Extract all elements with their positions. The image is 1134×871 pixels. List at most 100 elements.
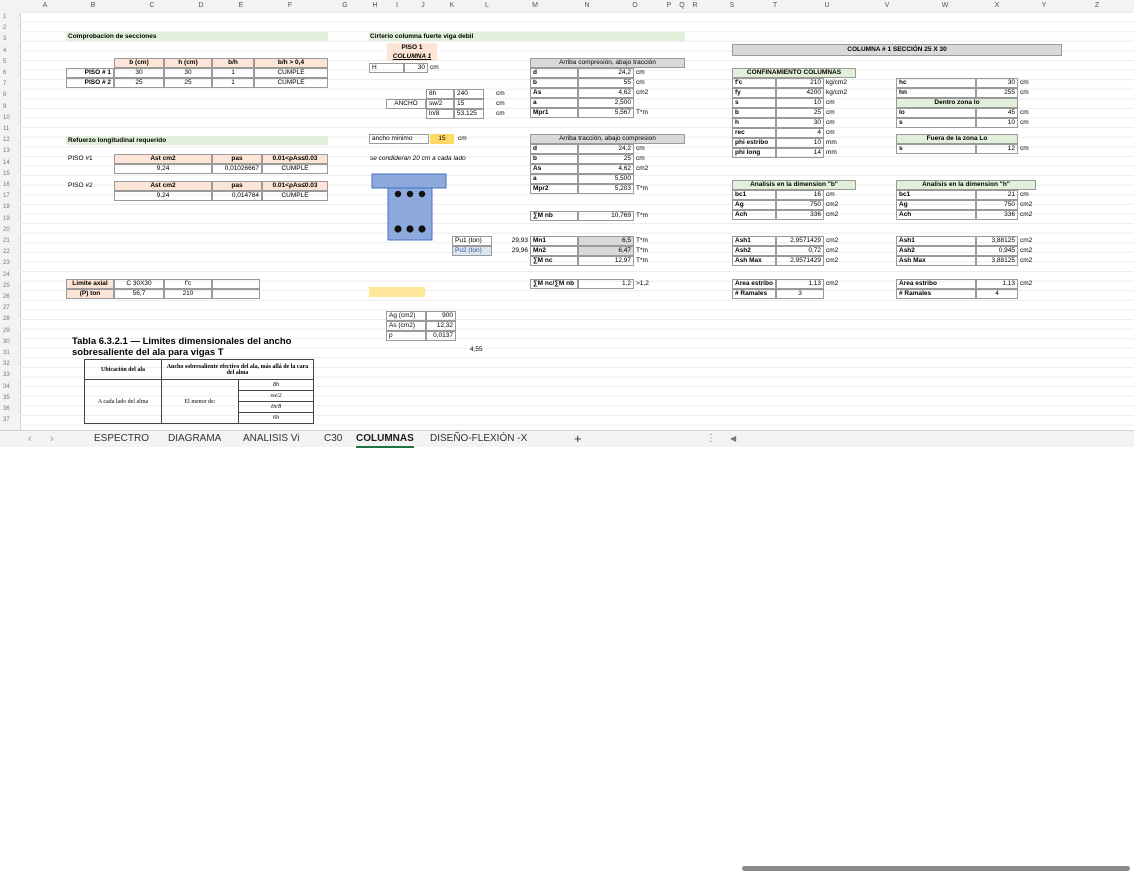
row-value[interactable]: 4	[776, 128, 824, 138]
col-header[interactable]: J	[418, 0, 428, 12]
ln-label[interactable]: ln/8	[426, 109, 454, 119]
row-value[interactable]: 3,88125	[976, 236, 1018, 246]
ratio-value[interactable]: 1,2	[578, 279, 634, 289]
hn-label[interactable]: hn	[896, 88, 976, 98]
s-label[interactable]: s	[896, 118, 976, 128]
row-value[interactable]: 4,62	[578, 88, 634, 98]
row-label[interactable]: Ach	[732, 210, 776, 220]
table-cell[interactable]	[212, 279, 260, 289]
outside-zone-header[interactable]: Fuera de la zona Lo	[896, 134, 1018, 144]
col-header[interactable]: C	[147, 0, 157, 12]
min-width-label[interactable]: ancho minimo	[369, 134, 429, 144]
row-label[interactable]: Ash1	[732, 236, 776, 246]
row-value[interactable]: 3,88125	[976, 256, 1018, 266]
table-cell[interactable]	[212, 289, 260, 299]
row-value[interactable]: 0,945	[976, 246, 1018, 256]
col-header[interactable]: I	[392, 0, 402, 12]
scroll-left-arrow-icon[interactable]: ◀	[730, 432, 736, 446]
row-label[interactable]: Ash Max	[896, 256, 976, 266]
row-value[interactable]: 4,62	[578, 164, 634, 174]
col-header[interactable]: R	[690, 0, 700, 12]
moment-header-1[interactable]: Arriba compresión, abajo tracción	[530, 58, 685, 68]
col-header[interactable]: M	[530, 0, 540, 12]
rho-value[interactable]: 0,0137	[426, 331, 456, 341]
row-label[interactable]: fy	[732, 88, 776, 98]
scroll-left-icon[interactable]: ‹	[28, 432, 32, 446]
col-header[interactable]: D	[196, 0, 206, 12]
ancho-label[interactable]: ANCHO	[386, 99, 426, 109]
col-header[interactable]: N	[582, 0, 592, 12]
col-header[interactable]: E	[236, 0, 246, 12]
row-value[interactable]: 336	[776, 210, 824, 220]
analysis-h-header[interactable]: Analisis en la dimension "h"	[896, 180, 1036, 190]
pas-header[interactable]: pas	[212, 181, 262, 191]
confinement-header[interactable]: CONFINAMIENTO COLUMNAS	[732, 68, 856, 78]
s-value[interactable]: 12	[976, 144, 1018, 154]
table-cell[interactable]: 30	[164, 68, 212, 78]
row-value[interactable]: 30	[776, 118, 824, 128]
header-bh[interactable]: b/h	[212, 58, 254, 68]
row-value[interactable]: 5,203	[578, 184, 634, 194]
col-header[interactable]: F	[285, 0, 295, 12]
col-header[interactable]: P	[664, 0, 674, 12]
header-h[interactable]: h (cm)	[164, 58, 212, 68]
row-value[interactable]: 2,500	[578, 98, 634, 108]
range-header[interactable]: 0.01<ρAs≤0.03	[262, 181, 328, 191]
branches-value[interactable]: 4	[976, 289, 1018, 299]
row-label[interactable]: As	[530, 88, 578, 98]
ast-value[interactable]: 9,24	[114, 164, 212, 174]
row-value[interactable]: 336	[976, 210, 1018, 220]
row-value[interactable]: 750	[776, 200, 824, 210]
row-label[interactable]: Ag	[896, 200, 976, 210]
col-header[interactable]: S	[727, 0, 737, 12]
stirrup-area-value[interactable]: 1,13	[976, 279, 1018, 289]
min-width-value[interactable]: 15	[430, 135, 454, 143]
ag-value[interactable]: 900	[426, 311, 456, 321]
branches-label[interactable]: # Ramales	[896, 289, 976, 299]
col-header[interactable]: W	[940, 0, 950, 12]
sum-mnc-value[interactable]: 12,97	[578, 256, 634, 266]
row-label[interactable]: b	[530, 154, 578, 164]
row-value[interactable]: 10	[776, 98, 824, 108]
row-label[interactable]: Ash1	[896, 236, 976, 246]
row-label[interactable]: rec	[732, 128, 776, 138]
row-value[interactable]: 0,72	[776, 246, 824, 256]
as-value[interactable]: 12,32	[426, 321, 456, 331]
header-check[interactable]: b/h > 0,4	[254, 58, 328, 68]
sum-mnb-value[interactable]: 10,769	[578, 211, 634, 221]
row-value[interactable]: 21	[976, 190, 1018, 200]
row-value[interactable]: 55	[578, 78, 634, 88]
section-label[interactable]: C 30X30	[114, 279, 164, 289]
row-value[interactable]: 25	[776, 108, 824, 118]
col-header[interactable]: A	[40, 0, 50, 12]
h-label[interactable]: H	[369, 63, 404, 73]
row-value[interactable]: 16	[776, 190, 824, 200]
8h-value[interactable]: 240	[454, 89, 484, 99]
mn2-value[interactable]: 6,47	[578, 246, 634, 256]
tab-espectro[interactable]: ESPECTRO	[94, 432, 149, 446]
hn-value[interactable]: 255	[976, 88, 1018, 98]
axial-value[interactable]: 56,7	[114, 289, 164, 299]
add-sheet-button[interactable]: +	[574, 432, 582, 446]
column-title[interactable]: COLUMNA # 1 SECCIÓN 25 X 30	[732, 44, 1062, 56]
sw-value[interactable]: 15	[454, 99, 484, 109]
row-value[interactable]: 24,2	[578, 68, 634, 78]
sum-mnc-label[interactable]: ∑M nc	[530, 256, 578, 266]
col-header[interactable]: G	[340, 0, 350, 12]
ag-label[interactable]: Ag (cm2)	[386, 311, 426, 321]
sw-label[interactable]: sw/2	[426, 99, 454, 109]
row-label[interactable]: Mpr1	[530, 108, 578, 118]
row-value[interactable]: 5,567	[578, 108, 634, 118]
stirrup-area-label[interactable]: Area estribo	[896, 279, 976, 289]
row-label[interactable]: PISO # 1	[66, 68, 114, 78]
row-label[interactable]: Mpr2	[530, 184, 578, 194]
s-label[interactable]: s	[896, 144, 976, 154]
mn1-label[interactable]: Mn1	[530, 236, 578, 246]
ast-header[interactable]: Ast cm2	[114, 181, 212, 191]
row-label[interactable]: phi long	[732, 148, 776, 158]
sum-mnb-label[interactable]: ∑M nb	[530, 211, 578, 221]
col-header[interactable]: Q	[677, 0, 687, 12]
row-value[interactable]: 25	[578, 154, 634, 164]
row-label[interactable]: d	[530, 68, 578, 78]
row-label[interactable]: bc1	[896, 190, 976, 200]
